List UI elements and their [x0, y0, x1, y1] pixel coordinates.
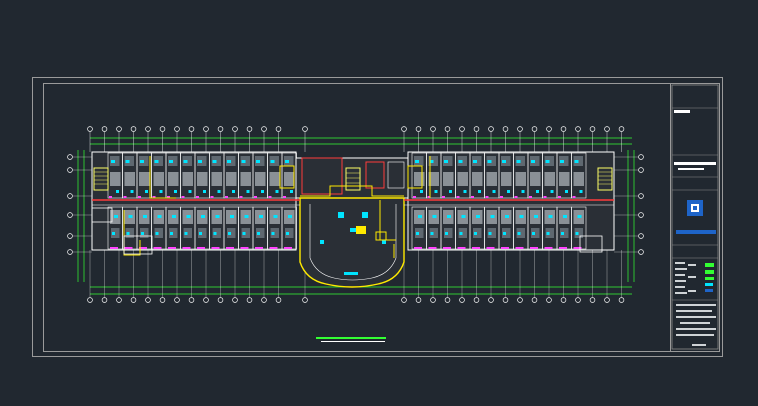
grid-bubble	[217, 126, 224, 132]
grid-bubble	[531, 297, 538, 303]
grid-bubble	[473, 126, 480, 132]
grid-bubble	[589, 297, 596, 303]
grid-bubble	[275, 297, 282, 303]
grid-bubble	[145, 126, 151, 132]
grid-bubble	[560, 297, 567, 303]
grid-bubble	[145, 297, 151, 303]
title-block	[670, 83, 719, 351]
grid-bubble	[473, 297, 480, 303]
grid-bubble	[430, 297, 436, 303]
grid-bubble	[101, 297, 108, 303]
grid-bubble	[638, 193, 644, 199]
grid-bubble	[130, 297, 137, 303]
grid-bubble	[116, 297, 122, 303]
grid-bubble	[87, 126, 93, 132]
grid-bubble	[546, 297, 552, 303]
grid-bubble	[159, 126, 166, 132]
grid-bubble	[67, 233, 73, 239]
grid-bubble	[589, 126, 596, 132]
grid-bubble	[517, 126, 523, 132]
grid-bubble	[174, 297, 180, 303]
grid-bubble	[246, 297, 253, 303]
grid-bubble	[101, 126, 108, 132]
right-wing	[407, 151, 615, 251]
grid-bubble	[67, 167, 73, 173]
grid-bubbles-top	[87, 126, 625, 132]
grid-bubble	[87, 297, 93, 303]
grid-bubble	[401, 126, 407, 132]
grid-bubble	[174, 126, 180, 132]
grid-bubble	[415, 126, 422, 132]
grid-bubble	[261, 126, 267, 132]
grid-bubble	[67, 193, 73, 199]
caption-underline-thin	[321, 341, 385, 342]
grid-bubble	[488, 297, 494, 303]
grid-bubble	[517, 297, 523, 303]
grid-bubble	[232, 126, 238, 132]
grid-bubble	[531, 126, 538, 132]
grid-bubble	[502, 297, 509, 303]
grid-bubble	[302, 126, 308, 132]
grid-bubble	[444, 297, 451, 303]
grid-bubble	[638, 249, 644, 255]
floor-plan	[67, 126, 644, 303]
grid-bubble	[261, 297, 267, 303]
grid-bubble	[67, 154, 73, 160]
grid-bubble	[275, 126, 282, 132]
grid-bubble	[618, 297, 625, 303]
grid-bubbles-bottom	[87, 297, 625, 303]
grid-bubble	[560, 126, 567, 132]
left-wing	[91, 151, 297, 251]
grid-bubble	[546, 126, 552, 132]
grid-bubble	[203, 297, 209, 303]
grid-bubble	[116, 126, 122, 132]
grid-bubble	[459, 126, 465, 132]
grid-bubble	[638, 154, 644, 160]
grid-bubble	[575, 126, 581, 132]
grid-bubble	[502, 126, 509, 132]
grid-bubble	[459, 297, 465, 303]
grid-bubble	[430, 126, 436, 132]
grid-bubble	[130, 126, 137, 132]
grid-bubble	[203, 126, 209, 132]
grid-bubble	[575, 297, 581, 303]
caption-underline	[316, 337, 386, 339]
grid-bubble	[604, 126, 610, 132]
central-core	[279, 157, 423, 199]
grid-bubble	[638, 233, 644, 239]
grid-bubble	[618, 126, 625, 132]
grid-bubble	[488, 126, 494, 132]
grid-bubble	[188, 297, 195, 303]
grid-bubble	[444, 126, 451, 132]
grid-bubble	[415, 297, 422, 303]
grid-bubble	[246, 126, 253, 132]
grid-bubble	[67, 249, 73, 255]
grid-bubble	[302, 297, 308, 303]
cad-drawing-sheet	[32, 77, 723, 357]
grid-bubble	[232, 297, 238, 303]
grid-bubble	[638, 167, 644, 173]
grid-bubble	[67, 212, 73, 218]
grid-bubble	[638, 212, 644, 218]
grid-bubble	[217, 297, 224, 303]
grid-bubble	[188, 126, 195, 132]
grid-bubble	[401, 297, 407, 303]
grid-bubble	[604, 297, 610, 303]
grid-bubble	[159, 297, 166, 303]
